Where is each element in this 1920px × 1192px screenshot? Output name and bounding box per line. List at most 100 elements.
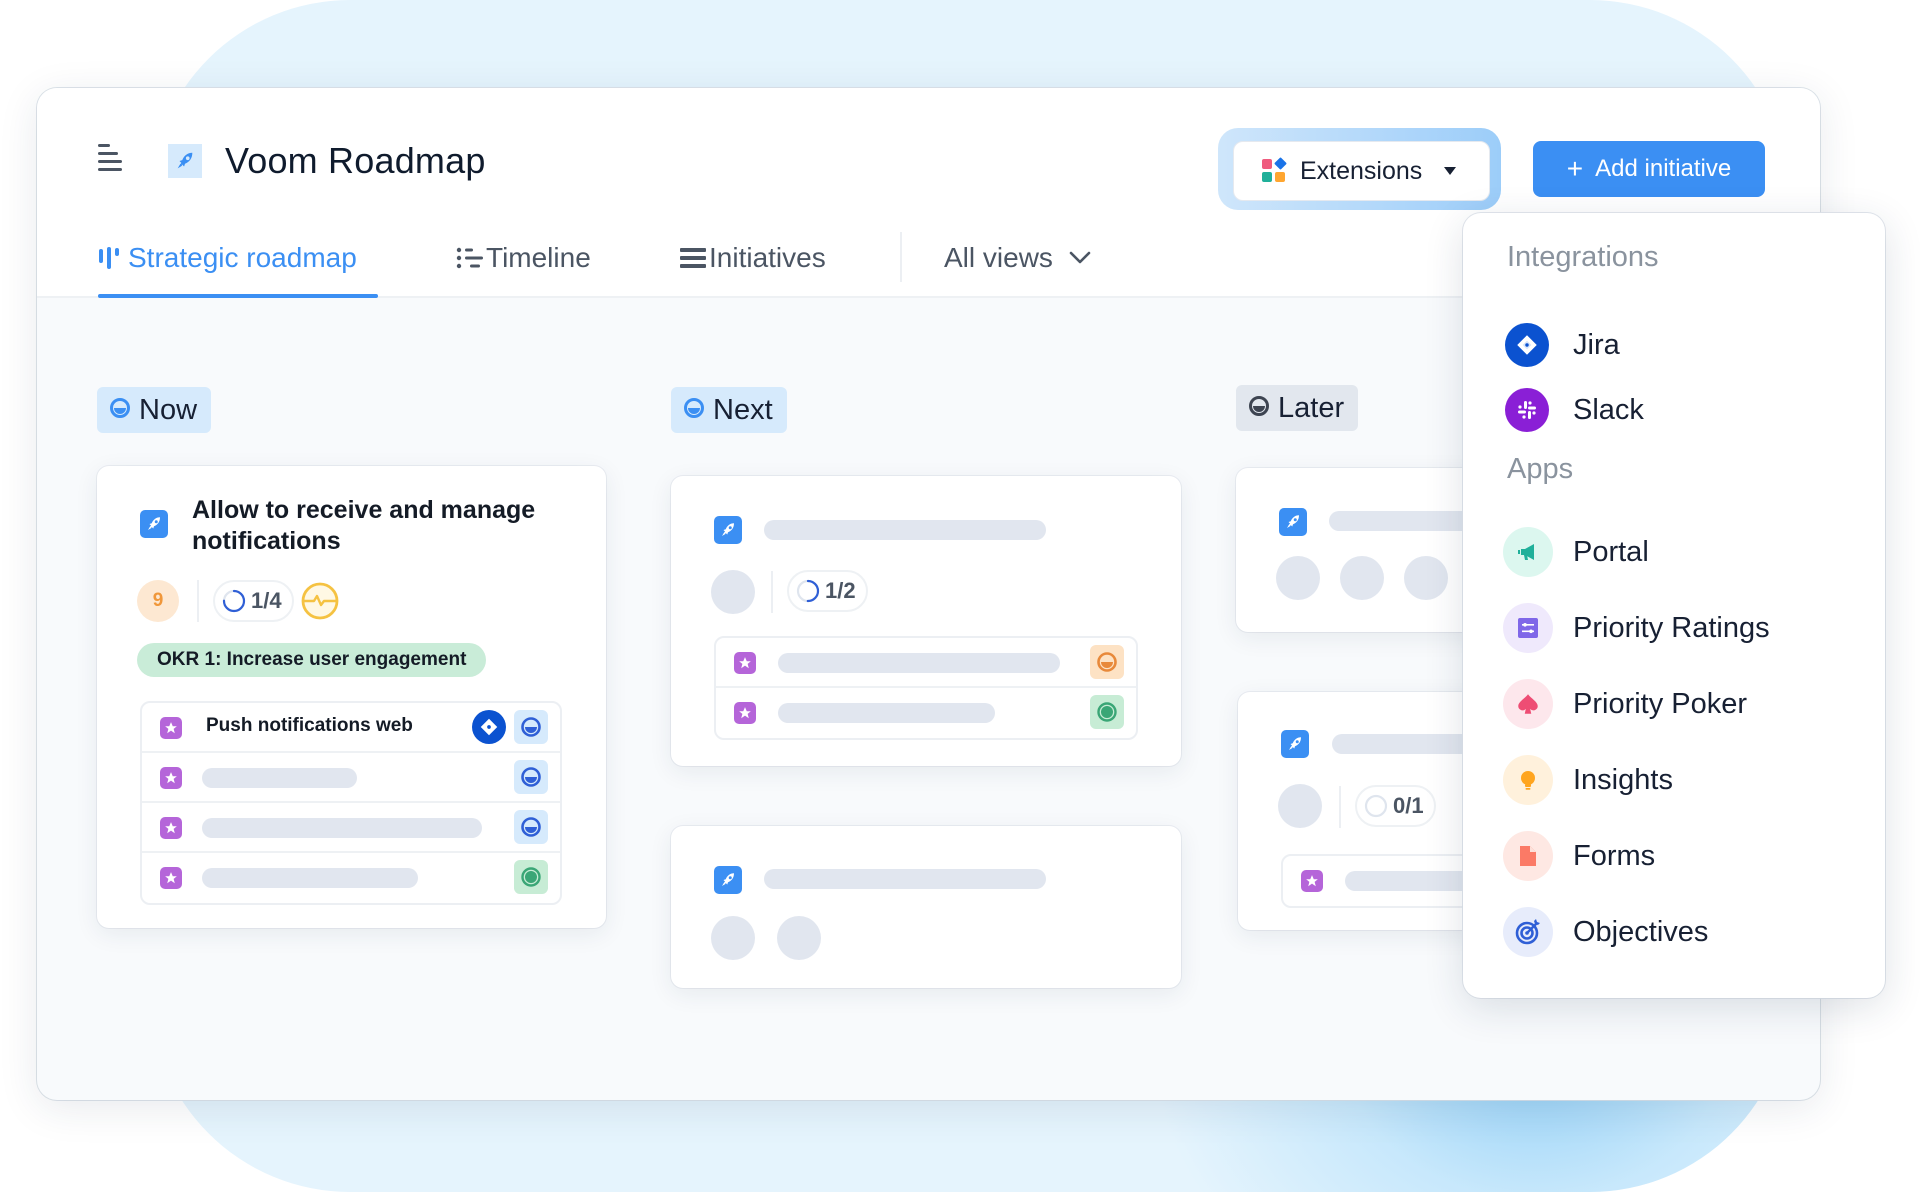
sliders-icon xyxy=(1503,603,1553,653)
initiative-card[interactable] xyxy=(671,826,1181,988)
plus-icon: + xyxy=(1566,153,1584,184)
skeleton-avatar xyxy=(1278,784,1322,828)
extensions-icon xyxy=(1262,157,1287,183)
jira-icon[interactable] xyxy=(472,710,506,744)
progress-text: 0/1 xyxy=(1393,793,1424,818)
subitem-list xyxy=(714,636,1138,740)
subitem-row[interactable] xyxy=(142,803,560,853)
menu-item-objectives[interactable]: Objectives xyxy=(1503,903,1853,961)
timeline-icon xyxy=(456,246,484,270)
progress-ring-icon xyxy=(796,579,820,603)
menu-item-label: Priority Ratings xyxy=(1573,611,1770,644)
skeleton-avatar xyxy=(1276,556,1320,600)
slack-icon xyxy=(1505,388,1549,432)
notification-dot xyxy=(98,144,110,147)
megaphone-icon xyxy=(1503,527,1553,577)
feature-star-icon xyxy=(734,652,756,674)
in-progress-status-icon xyxy=(109,394,131,427)
subitem-row[interactable] xyxy=(716,638,1136,688)
rocket-icon xyxy=(140,510,168,538)
done-status-icon[interactable] xyxy=(514,860,548,894)
feature-star-icon xyxy=(1301,870,1323,892)
add-initiative-button[interactable]: + Add initiative xyxy=(1533,141,1765,197)
progress-badge: 1/4 xyxy=(213,580,294,622)
in-progress-status-icon[interactable] xyxy=(514,760,548,794)
menu-item-label: Objectives xyxy=(1573,915,1709,948)
all-views-dropdown[interactable]: All views xyxy=(944,218,1091,298)
divider xyxy=(1339,786,1341,828)
skeleton-title xyxy=(764,520,1046,540)
menu-item-portal[interactable]: Portal xyxy=(1503,523,1853,581)
in-progress-status-icon[interactable] xyxy=(514,710,548,744)
skeleton-avatar xyxy=(777,916,821,960)
divider xyxy=(197,580,199,622)
skeleton-placeholder xyxy=(778,703,995,723)
target-icon xyxy=(1503,907,1553,957)
tab-label: Strategic roadmap xyxy=(128,242,357,273)
initiative-title: Allow to receive and manage notification… xyxy=(192,496,536,555)
subitem-row[interactable] xyxy=(142,753,560,803)
column-header-now[interactable]: Now xyxy=(97,387,212,433)
list-icon xyxy=(679,246,707,270)
in-progress-status-icon[interactable] xyxy=(514,810,548,844)
tab-strategic-roadmap[interactable]: Strategic roadmap xyxy=(98,218,357,298)
menu-icon xyxy=(98,152,118,155)
subitem-row[interactable] xyxy=(716,688,1136,738)
progress-ring-icon xyxy=(1364,794,1388,818)
skeleton-avatar xyxy=(711,916,755,960)
feature-star-icon xyxy=(160,767,182,789)
progress-ring-icon xyxy=(222,589,246,613)
rocket-icon xyxy=(714,516,742,544)
menu-item-forms[interactable]: Forms xyxy=(1503,827,1853,885)
rocket-icon xyxy=(1279,508,1307,536)
progress-badge: 1/2 xyxy=(787,570,868,612)
menu-icon-line xyxy=(98,168,122,171)
rocket-icon xyxy=(714,866,742,894)
menu-item-jira[interactable]: Jira xyxy=(1503,316,1853,374)
column-header-later[interactable]: Later xyxy=(1236,385,1359,431)
column-header-next[interactable]: Next xyxy=(671,387,787,433)
paused-status-icon[interactable] xyxy=(1090,645,1124,679)
progress-text: 1/4 xyxy=(251,588,282,613)
apps-heading: Apps xyxy=(1507,453,1574,485)
subitem-row[interactable]: Push notifications web xyxy=(142,703,560,753)
menu-item-priority-ratings[interactable]: Priority Ratings xyxy=(1503,599,1853,657)
in-progress-status-icon xyxy=(683,394,705,427)
tabs-divider xyxy=(900,232,902,282)
subitem-row[interactable] xyxy=(142,853,560,903)
column-label: Later xyxy=(1278,391,1345,424)
progress-text: 1/2 xyxy=(825,578,856,603)
menu-item-label: Priority Poker xyxy=(1573,687,1748,720)
okr-tag[interactable]: OKR 1: Increase user engagement xyxy=(137,643,487,677)
tab-timeline[interactable]: Timeline xyxy=(456,218,591,298)
done-status-icon[interactable] xyxy=(1090,695,1124,729)
menu-item-label: Portal xyxy=(1573,535,1649,568)
extensions-button[interactable]: Extensions xyxy=(1233,141,1490,201)
feature-star-icon xyxy=(734,702,756,724)
roadmap-icon xyxy=(98,245,120,271)
initiative-card[interactable]: 1/2 xyxy=(671,476,1181,766)
menu-item-label: Jira xyxy=(1573,328,1620,361)
add-initiative-label: Add initiative xyxy=(1595,155,1732,182)
menu-item-slack[interactable]: Slack xyxy=(1503,381,1853,439)
initiative-card[interactable]: Allow to receive and manage notification… xyxy=(97,466,606,928)
extensions-menu: Integrations Jira Slack Apps Portal Prio… xyxy=(1463,213,1885,998)
menu-button[interactable] xyxy=(98,144,124,172)
menu-item-insights[interactable]: Insights xyxy=(1503,751,1853,809)
skeleton-title xyxy=(764,869,1046,889)
feature-star-icon xyxy=(160,817,182,839)
tab-initiatives[interactable]: Initiatives xyxy=(679,218,826,298)
skeleton-placeholder xyxy=(202,818,482,838)
rocket-icon xyxy=(168,144,202,178)
skeleton-avatar xyxy=(1404,556,1448,600)
menu-item-label: Forms xyxy=(1573,839,1656,872)
feature-star-icon xyxy=(160,717,182,739)
all-views-label: All views xyxy=(944,242,1053,273)
tab-label: Initiatives xyxy=(709,242,826,273)
subitem-list: Push notifications web xyxy=(140,701,562,905)
later-status-icon xyxy=(1248,392,1270,425)
tab-label: Timeline xyxy=(486,242,591,273)
extensions-label: Extensions xyxy=(1300,156,1423,185)
column-label: Now xyxy=(139,393,198,426)
menu-item-priority-poker[interactable]: Priority Poker xyxy=(1503,675,1853,733)
